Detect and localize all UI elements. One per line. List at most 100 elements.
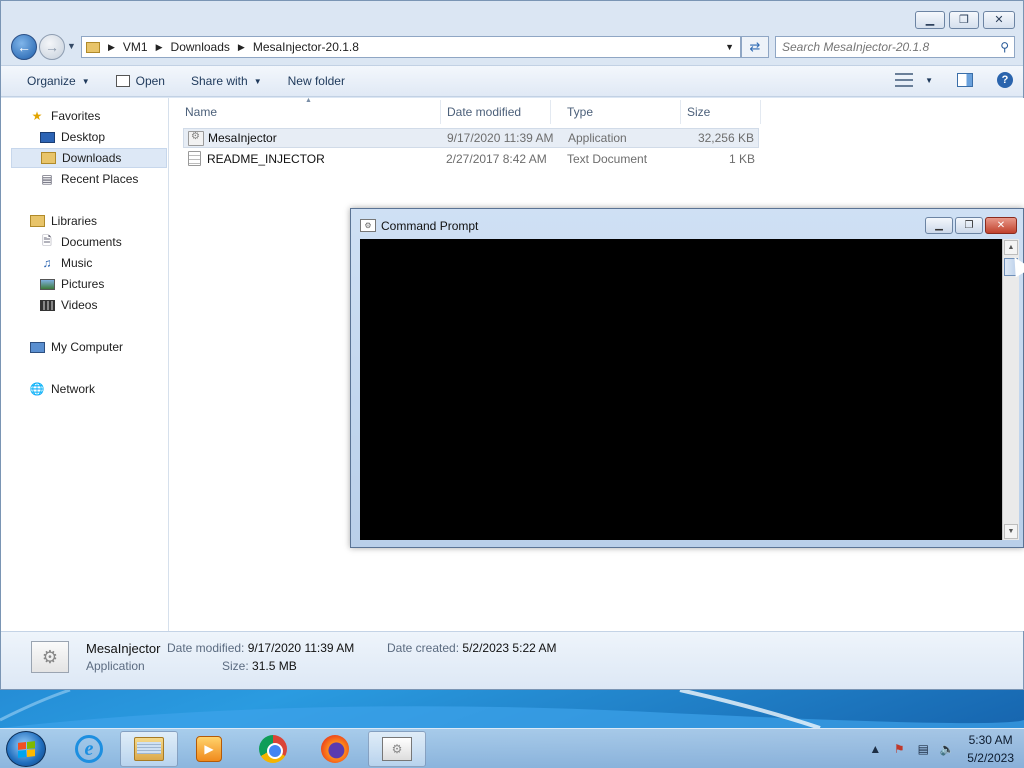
column-header-name[interactable]: Name ▲ [169, 97, 441, 124]
back-button[interactable]: ← [11, 34, 37, 60]
minimize-button[interactable]: ▁ [915, 11, 945, 29]
nav-music[interactable]: ♫ Music [1, 253, 167, 273]
cmd-maximize-button[interactable]: ❐ [955, 217, 983, 234]
search-box[interactable]: ⚲ [775, 36, 1015, 58]
recent-pages-dropdown[interactable]: ▼ [67, 41, 76, 51]
nav-network-label: Network [51, 382, 96, 396]
nav-recent-places-label: Recent Places [61, 172, 139, 186]
address-dropdown-icon[interactable]: ▼ [725, 42, 734, 52]
command-prompt-title: Command Prompt [381, 219, 479, 233]
windows-logo-icon [18, 741, 35, 758]
start-button[interactable] [6, 731, 46, 767]
details-file-type: Application [86, 659, 145, 673]
windows-media-player-icon: ▶ [196, 736, 222, 762]
taskbar-firefox[interactable] [306, 731, 364, 767]
nav-recent-places[interactable]: ▤ Recent Places [1, 169, 167, 189]
cmd-minimize-button[interactable]: ▁ [925, 217, 953, 234]
address-bar[interactable]: ▶ VM1 ▶ Downloads ▶ MesaInjector-20.1.8 … [81, 36, 741, 58]
nav-my-computer[interactable]: My Computer [1, 337, 167, 357]
forward-button[interactable]: → [39, 34, 65, 60]
cmd-close-button[interactable]: ✕ [985, 217, 1017, 234]
taskbar-command-prompt[interactable]: ⚙ [368, 731, 426, 767]
explorer-title-bar[interactable]: ▁ ❐ ✕ [1, 1, 1023, 33]
search-icon[interactable]: ⚲ [1000, 40, 1009, 54]
nav-my-computer-label: My Computer [51, 340, 124, 354]
nav-network[interactable]: 🌐 Network [1, 379, 167, 399]
nav-downloads[interactable]: Downloads [11, 148, 167, 168]
network-icon: 🌐 [29, 382, 45, 396]
action-center-flag-icon[interactable]: ⚑ [891, 742, 907, 756]
details-file-name: MesaInjector [86, 641, 161, 656]
taskbar-chrome[interactable] [244, 731, 302, 767]
console-output[interactable] [360, 239, 1002, 540]
maximize-button[interactable]: ❐ [949, 11, 979, 29]
nav-documents[interactable]: 🗎 Documents [1, 232, 167, 252]
nav-desktop[interactable]: Desktop [1, 127, 167, 147]
nav-libraries-label: Libraries [51, 214, 98, 228]
file-row[interactable]: MesaInjector 9/17/2020 11:39 AM Applicat… [183, 128, 759, 148]
share-with-button[interactable]: Share with ▼ [191, 74, 262, 88]
refresh-button[interactable]: ⇄ [741, 36, 769, 58]
file-date: 9/17/2020 11:39 AM [447, 131, 554, 145]
breadcrumb-mesainjector[interactable]: MesaInjector-20.1.8 [253, 40, 359, 54]
new-folder-button[interactable]: New folder [288, 74, 345, 88]
network-status-icon[interactable]: ▤ [915, 742, 931, 756]
scroll-up-arrow-icon[interactable]: ▲ [1004, 240, 1018, 255]
nav-libraries[interactable]: Libraries [1, 211, 167, 231]
nav-videos[interactable]: Videos [1, 295, 167, 315]
close-button[interactable]: ✕ [983, 11, 1015, 29]
file-row[interactable]: README_INJECTOR 2/27/2017 8:42 AM Text D… [183, 149, 759, 169]
breadcrumb-chevron-icon[interactable]: ▶ [108, 42, 115, 53]
column-date-label: Date modified [447, 105, 522, 119]
star-icon: ★ [31, 109, 43, 123]
nav-pictures[interactable]: Pictures [1, 274, 167, 294]
clock[interactable]: 5:30 AM 5/2/2023 [967, 731, 1014, 767]
clock-time: 5:30 AM [968, 733, 1013, 747]
text-document-icon [188, 151, 201, 166]
breadcrumb-chevron-icon[interactable]: ▶ [156, 42, 163, 53]
nav-favorites[interactable]: ★ Favorites [1, 106, 167, 126]
show-hidden-icons-arrow-icon[interactable]: ▲ [867, 742, 883, 756]
taskbar-internet-explorer[interactable]: e [60, 731, 118, 767]
navigation-bar: ← → ▼ ▶ VM1 ▶ Downloads ▶ MesaInjector-2… [1, 33, 1023, 61]
folder-icon [86, 41, 100, 53]
column-header-size[interactable]: Size [681, 100, 761, 124]
preview-pane-icon[interactable] [957, 73, 973, 87]
view-options-chevron-icon[interactable]: ▼ [925, 76, 933, 85]
scroll-down-arrow-icon[interactable]: ▼ [1004, 524, 1018, 539]
command-prompt-icon[interactable]: ⚙ [360, 219, 376, 232]
file-size: 32,256 KB [697, 131, 754, 145]
system-tray: ▲ ⚑ ▤ 🔈 5:30 AM 5/2/2023 [867, 729, 1014, 768]
breadcrumb-vm1[interactable]: VM1 [123, 40, 148, 54]
cmd-window-controls: ▁ ❐ ✕ [925, 217, 1017, 234]
open-button[interactable]: Open [115, 74, 165, 88]
column-header-type[interactable]: Type [551, 100, 681, 124]
navigation-pane: ★ Favorites Desktop Downloads ▤ Recent P… [1, 98, 169, 631]
videos-icon [39, 298, 55, 312]
taskbar-media-player[interactable]: ▶ [180, 731, 238, 767]
desktop-icon [39, 130, 55, 144]
desktop-wallpaper-swoosh [0, 690, 1024, 728]
help-icon[interactable]: ? [997, 72, 1013, 88]
details-modified: Date modified: 9/17/2020 11:39 AM [167, 641, 354, 655]
column-header-date[interactable]: Date modified [431, 100, 551, 124]
application-thumbnail-icon: ⚙ [31, 641, 69, 673]
details-size-label: Size: [222, 659, 249, 673]
chrome-icon [259, 735, 287, 763]
nav-documents-label: Documents [61, 235, 122, 249]
nav-downloads-label: Downloads [62, 151, 122, 165]
details-pane: ⚙ MesaInjector Application Date modified… [1, 631, 1023, 689]
breadcrumb-downloads[interactable]: Downloads [171, 40, 230, 54]
volume-icon[interactable]: 🔈 [939, 742, 955, 756]
organize-button[interactable]: Organize ▼ [27, 74, 90, 88]
change-view-icon[interactable] [895, 73, 914, 87]
new-folder-label: New folder [287, 74, 345, 88]
search-input[interactable] [782, 40, 982, 54]
details-created: Date created: 5/2/2023 5:22 AM [387, 641, 556, 655]
vertical-scrollbar[interactable]: ▲ ▼ [1002, 239, 1019, 540]
taskbar-windows-explorer[interactable] [120, 731, 178, 767]
music-icon: ♫ [42, 256, 52, 270]
breadcrumb-chevron-icon[interactable]: ▶ [238, 42, 245, 53]
nav-music-label: Music [61, 256, 93, 270]
nav-videos-label: Videos [61, 298, 98, 312]
